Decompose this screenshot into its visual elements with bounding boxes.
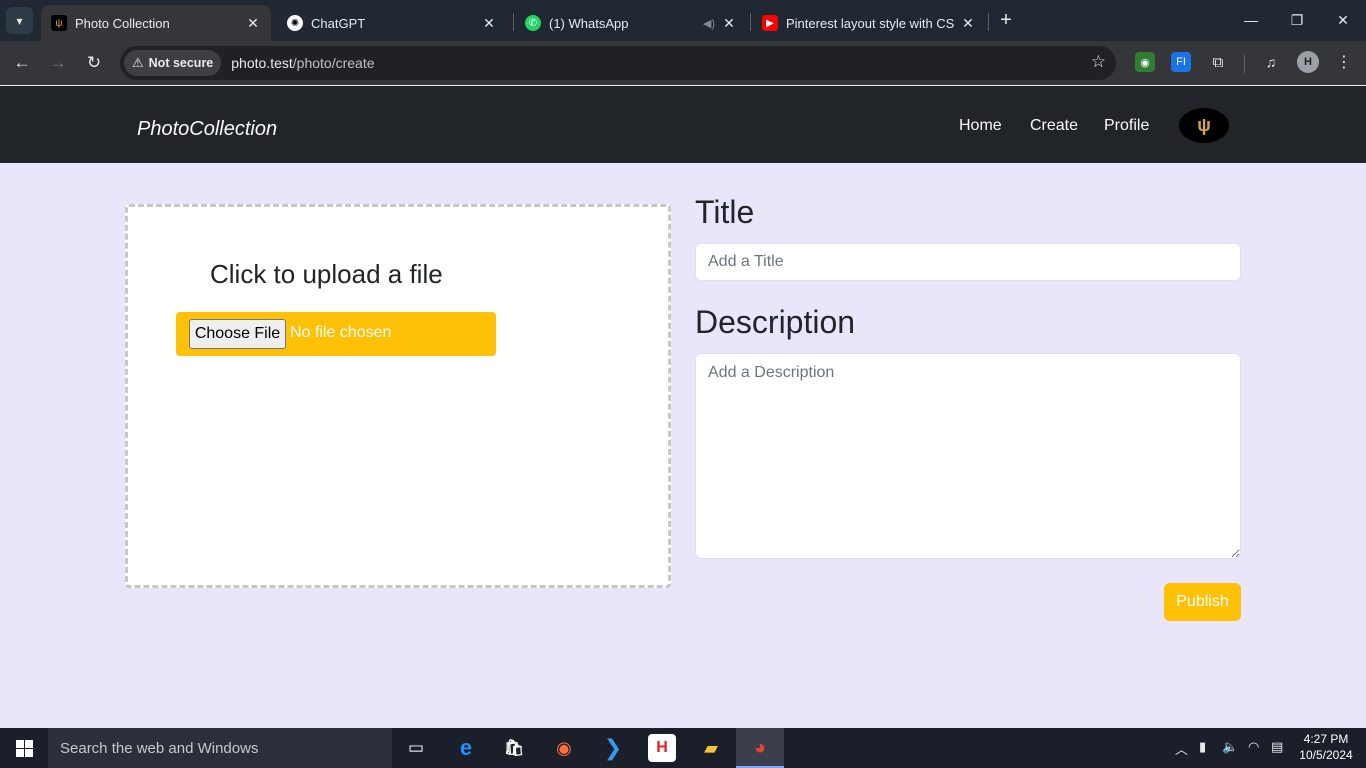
title-label: Title xyxy=(695,194,755,230)
page-content: PhotoCollection Home Create Profile ψ Cl… xyxy=(0,85,1366,728)
file-input[interactable]: Choose File No file chosen xyxy=(176,312,496,356)
speaker-muted-icon[interactable]: ◀) xyxy=(703,17,715,30)
windows-taskbar: Search the web and Windows ▭ e 🛍 ◉ ❯ H ▰… xyxy=(0,728,1366,768)
close-tab-icon[interactable]: ✕ xyxy=(960,15,976,31)
system-clock[interactable]: 4:27 PM 10/5/2024 xyxy=(1298,731,1354,763)
tab-whatsapp[interactable]: ✆ (1) WhatsApp ◀) ✕ xyxy=(515,5,747,41)
tab-divider xyxy=(988,13,989,31)
forward-arrow-icon[interactable]: → xyxy=(44,49,72,77)
taskbar-search-box[interactable]: Search the web and Windows xyxy=(48,728,392,768)
publish-button[interactable]: Publish xyxy=(1164,583,1241,621)
tab-search-button[interactable]: ▾ xyxy=(6,7,33,34)
tab-strip: ▾ ψ Photo Collection ✕ ✺ ChatGPT ✕ ✆ (1)… xyxy=(0,0,1366,41)
heidisql-icon[interactable]: H xyxy=(648,734,676,762)
file-status: No file chosen xyxy=(290,324,392,341)
nav-link-profile[interactable]: Profile xyxy=(1104,117,1149,135)
site-navbar: PhotoCollection Home Create Profile ψ xyxy=(0,86,1366,163)
whatsapp-favicon-icon: ✆ xyxy=(525,15,541,31)
url-text[interactable]: photo.test/photo/create xyxy=(231,55,374,71)
windows-start-icon[interactable] xyxy=(0,728,48,768)
site-brand[interactable]: PhotoCollection xyxy=(137,118,277,141)
task-view-icon[interactable]: ▭ xyxy=(402,734,430,762)
reload-icon[interactable]: ↻ xyxy=(80,49,108,77)
more-menu-icon[interactable]: ⋮ xyxy=(1334,51,1354,73)
close-tab-icon[interactable]: ✕ xyxy=(245,15,261,31)
choose-file-button[interactable]: Choose File xyxy=(189,319,286,349)
tab-chatgpt[interactable]: ✺ ChatGPT ✕ xyxy=(277,5,507,41)
extension-globe-icon[interactable]: ◉ xyxy=(1135,52,1155,72)
file-explorer-folder-icon[interactable]: ▰ xyxy=(697,734,725,762)
volume-icon[interactable]: 🔈 xyxy=(1222,739,1238,755)
extensions-puzzle-icon[interactable]: ⧉ xyxy=(1208,52,1228,72)
chrome-icon[interactable]: ◕ xyxy=(746,734,774,762)
youtube-favicon-icon: ▶ xyxy=(762,15,778,31)
store-bag-icon[interactable]: 🛍 xyxy=(500,734,528,762)
restore-window-icon[interactable]: ❐ xyxy=(1274,6,1320,34)
network-wifi-icon[interactable]: ◠ xyxy=(1248,739,1259,755)
nav-link-home[interactable]: Home xyxy=(959,117,1002,135)
close-tab-icon[interactable]: ✕ xyxy=(721,15,737,31)
tab-photo-collection[interactable]: ψ Photo Collection ✕ xyxy=(41,5,271,41)
tab-divider xyxy=(750,13,751,31)
vscode-icon[interactable]: ❯ xyxy=(599,734,627,762)
upload-title: Click to upload a file xyxy=(210,259,443,289)
toolbar-divider xyxy=(1244,55,1245,73)
description-label: Description xyxy=(695,304,856,340)
profile-avatar[interactable]: H xyxy=(1297,51,1319,73)
firefox-icon[interactable]: ◉ xyxy=(550,734,578,762)
media-controls-icon[interactable]: ♫ xyxy=(1261,52,1281,72)
upload-dropzone[interactable]: Click to upload a file Choose File No fi… xyxy=(125,204,671,588)
extension-fi-icon[interactable]: FI xyxy=(1171,52,1191,72)
show-hidden-icons-chevron-icon[interactable]: ︿ xyxy=(1175,739,1188,758)
back-arrow-icon[interactable]: ← xyxy=(8,49,36,77)
close-window-icon[interactable]: ✕ xyxy=(1320,6,1366,34)
edge-browser-icon[interactable]: e xyxy=(452,734,480,762)
nav-link-create[interactable]: Create xyxy=(1030,117,1078,135)
battery-icon[interactable]: ▮ xyxy=(1199,739,1206,755)
chatgpt-favicon-icon: ✺ xyxy=(287,15,303,31)
tab-youtube-pinterest[interactable]: ▶ Pinterest layout style with CSS | ✕ xyxy=(752,5,986,41)
description-textarea[interactable] xyxy=(695,353,1241,559)
profile-logo-icon[interactable]: ψ xyxy=(1179,108,1229,143)
close-tab-icon[interactable]: ✕ xyxy=(481,15,497,31)
bookmark-star-icon[interactable]: ☆ xyxy=(1091,52,1106,72)
title-input[interactable] xyxy=(695,243,1241,281)
address-bar[interactable]: ⚠ Not secure photo.test/photo/create ☆ xyxy=(120,46,1116,80)
new-tab-plus-icon[interactable]: + xyxy=(995,9,1017,31)
browser-toolbar: ← → ↻ ⚠ Not secure photo.test/photo/crea… xyxy=(0,41,1366,85)
minimize-window-icon[interactable]: — xyxy=(1228,6,1274,34)
tab-divider xyxy=(513,13,514,31)
action-center-notification-icon[interactable]: ▤ xyxy=(1271,739,1283,755)
warning-triangle-icon: ⚠ xyxy=(132,55,144,70)
photo-collection-favicon-icon: ψ xyxy=(51,15,67,31)
security-indicator[interactable]: ⚠ Not secure xyxy=(124,50,222,76)
